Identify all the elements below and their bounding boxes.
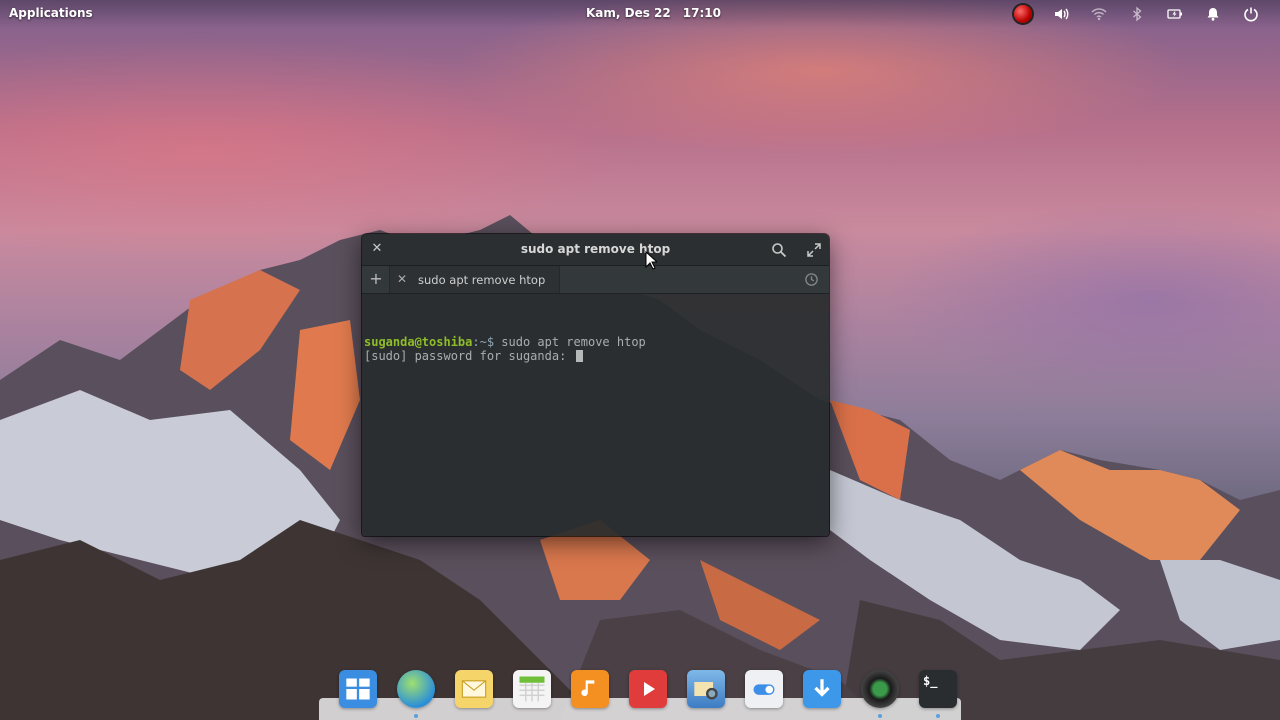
tab-bar: + ✕ sudo apt remove htop	[362, 266, 829, 294]
date-label: Kam, Des 22	[586, 6, 671, 20]
volume-indicator[interactable]	[1042, 3, 1080, 25]
record-icon	[1014, 5, 1032, 23]
camera-icon	[861, 670, 899, 708]
dock-items: $_	[329, 670, 967, 718]
music-icon	[571, 670, 609, 708]
dock-item-calendar[interactable]	[503, 670, 561, 716]
photos-icon	[687, 670, 725, 708]
top-panel: Applications Kam, Des 22 17:10	[0, 0, 1280, 28]
dock-item-camera[interactable]	[851, 670, 909, 718]
terminal-titlebar[interactable]: ✕ sudo apt remove htop	[362, 234, 829, 266]
session-indicator[interactable]	[1232, 3, 1270, 25]
new-tab-button[interactable]: +	[367, 270, 385, 288]
download-icon	[803, 670, 841, 708]
dock-item-multitasking-view[interactable]	[329, 670, 387, 716]
calendar-icon	[513, 670, 551, 708]
tab-terminal[interactable]: ✕ sudo apt remove htop	[389, 266, 560, 293]
command-line: suganda@toshiba:~$ sudo apt remove htop	[364, 335, 827, 349]
power-icon	[1244, 7, 1258, 22]
battery-indicator[interactable]	[1156, 3, 1194, 25]
web-browser-icon	[397, 670, 435, 708]
terminal-icon: $_	[919, 670, 957, 708]
mouse-pointer-icon	[645, 251, 657, 270]
bluetooth-indicator[interactable]	[1118, 3, 1156, 25]
bluetooth-icon	[1133, 6, 1142, 22]
terminal-output[interactable]: suganda@toshiba:~$ sudo apt remove htop …	[362, 293, 829, 536]
multitasking-view-icon	[339, 670, 377, 708]
notifications-icon	[1207, 8, 1219, 21]
dock-item-photos[interactable]	[677, 670, 735, 716]
prompt-path: :~$	[472, 335, 495, 349]
dock-item-videos[interactable]	[619, 670, 677, 716]
command-text: sudo apt remove htop	[494, 335, 646, 349]
applications-menu-button[interactable]: Applications	[9, 6, 93, 20]
time-label: 17:10	[682, 6, 721, 20]
battery-icon	[1167, 9, 1182, 19]
running-indicator	[878, 714, 882, 718]
tab-label: sudo apt remove htop	[418, 273, 546, 287]
wifi-icon	[1091, 8, 1107, 21]
running-indicator	[414, 714, 418, 718]
dock-item-mail[interactable]	[445, 670, 503, 716]
close-tab-icon[interactable]: ✕	[397, 272, 407, 286]
dock-item-system-settings[interactable]	[735, 670, 793, 716]
dock-item-appcenter[interactable]	[793, 670, 851, 716]
network-indicator[interactable]	[1080, 3, 1118, 25]
search-icon[interactable]	[771, 242, 787, 258]
output-line: [sudo] password for suganda:	[364, 349, 827, 363]
prompt-user: suganda@toshiba	[364, 335, 473, 349]
notifications-indicator[interactable]	[1194, 3, 1232, 25]
datetime-indicator[interactable]: Kam, Des 22 17:10	[586, 6, 733, 20]
password-prompt: [sudo] password for suganda:	[364, 349, 574, 363]
running-indicator	[936, 714, 940, 718]
history-icon[interactable]	[804, 272, 819, 287]
dock-item-music[interactable]	[561, 670, 619, 716]
window-title: sudo apt remove htop	[520, 242, 671, 256]
maximize-icon[interactable]	[806, 242, 822, 258]
switchboard-icon	[745, 670, 783, 708]
record-indicator[interactable]	[1004, 3, 1042, 25]
videos-icon	[629, 670, 667, 708]
mail-icon	[455, 670, 493, 708]
text-cursor	[575, 350, 583, 362]
terminal-window: ✕ sudo apt remove htop + ✕ sudo apt remo…	[362, 234, 829, 536]
volume-icon	[1055, 8, 1069, 20]
indicator-area	[1004, 3, 1270, 25]
dock-item-terminal[interactable]: $_	[909, 670, 967, 718]
dock-item-web-browser[interactable]	[387, 670, 445, 718]
